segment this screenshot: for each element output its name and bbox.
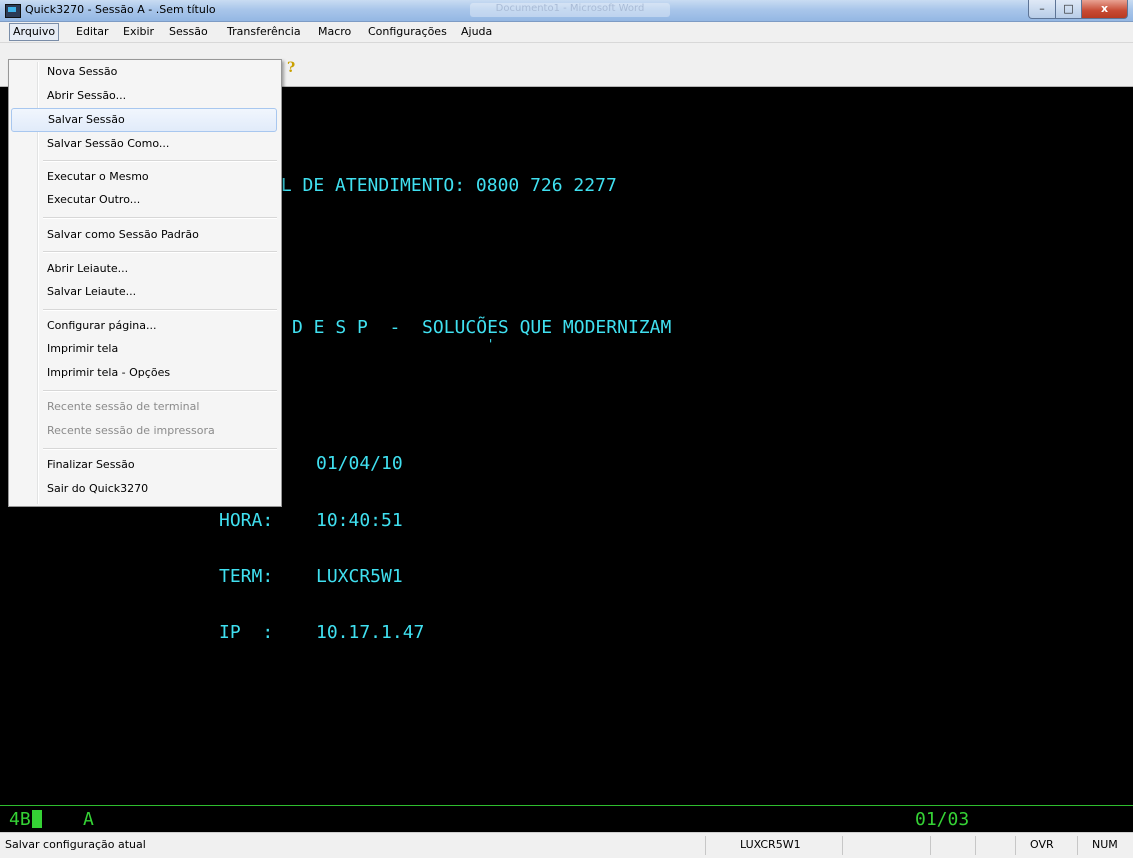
menu-item-recente-terminal: Recente sessão de terminal [11,396,277,418]
central-atendimento-line: AL DE ATENDIMENTO: 0800 726 2277 [270,175,617,196]
status-divider [975,836,976,855]
menu-item-recente-impressora: Recente sessão de impressora [11,420,277,442]
hora-value: 10:40:51 [316,510,403,531]
menu-item-label: Salvar Sessão Como... [47,137,170,150]
menu-item-label: Recente sessão de impressora [47,424,215,437]
title-bar: Quick3270 - Sessão A - .Sem título Docum… [0,0,1133,22]
hora-label: HORA: [219,510,274,531]
arquivo-dropdown-menu: Nova Sessão Abrir Sessão... Salvar Sessã… [8,59,282,507]
maximize-button[interactable]: □ [1055,0,1082,19]
minimize-button[interactable]: – [1028,0,1056,19]
ip-value: 10.17.1.47 [316,622,425,643]
term-value: LUXCR5W1 [316,566,403,587]
menu-item-configurar-pagina[interactable]: Configurar página... [11,315,277,337]
menu-sessao[interactable]: Sessão [166,24,211,40]
menu-item-label: Configurar página... [47,319,157,332]
menu-transferencia[interactable]: Transferência [224,24,304,40]
menu-editar[interactable]: Editar [73,24,112,40]
status-divider [930,836,931,855]
status-message: Salvar configuração atual [5,838,146,851]
oia-cursor-position: 01/03 [915,809,970,830]
status-ovr: OVR [1030,838,1054,851]
menu-ajuda[interactable]: Ajuda [458,24,495,40]
menu-item-label: Imprimir tela - Opções [47,366,171,379]
status-divider [842,836,843,855]
menu-item-abrir-sessao[interactable]: Abrir Sessão... [11,85,277,107]
menu-item-executar-outro[interactable]: Executar Outro... [11,189,277,211]
date-value: 01/04/10 [316,453,403,474]
menu-bar: Arquivo Editar Exibir Sessão Transferênc… [0,22,1133,43]
oia-cursor-block [32,810,42,828]
menu-item-imprimir-opcoes[interactable]: Imprimir tela - Opções [11,362,277,384]
menu-item-label: Imprimir tela [47,342,119,355]
question-icon[interactable]: ? [287,60,295,76]
menu-item-label: Salvar Sessão [48,113,125,126]
menu-item-label: Executar Outro... [47,193,141,206]
status-divider [705,836,706,855]
menu-exibir[interactable]: Exibir [120,24,157,40]
menu-separator [43,448,277,450]
menu-item-label: Recente sessão de terminal [47,400,200,413]
menu-configuracoes[interactable]: Configurações [365,24,450,40]
menu-item-label: Salvar como Sessão Padrão [47,228,199,241]
menu-item-label: Sair do Quick3270 [47,482,149,495]
menu-item-imprimir-tela[interactable]: Imprimir tela [11,338,277,360]
menu-item-label: Abrir Sessão... [47,89,127,102]
close-button[interactable]: x [1081,0,1128,19]
menu-item-salvar-leiaute[interactable]: Salvar Leiaute... [11,281,277,303]
status-bar: Salvar configuração atual LUXCR5W1 OVR N… [0,832,1133,858]
ip-label: IP : [219,622,274,643]
menu-separator [43,309,277,311]
menu-item-salvar-sessao[interactable]: Salvar Sessão [11,108,277,132]
menu-separator [43,217,277,219]
app-icon[interactable] [5,4,21,18]
background-window-title: Documento1 - Microsoft Word [470,3,670,17]
menu-separator [43,390,277,392]
menu-item-sair[interactable]: Sair do Quick3270 [11,478,277,500]
menu-item-label: Executar o Mesmo [47,170,149,183]
term-label: TERM: [219,566,274,587]
menu-arquivo[interactable]: Arquivo [9,23,60,41]
operator-info-area: 4B A 01/03 [0,805,1133,832]
menu-item-nova-sessao[interactable]: Nova Sessão [11,61,277,83]
oia-mode: A [83,809,94,830]
menu-item-label: Nova Sessão [47,65,118,78]
menu-item-label: Abrir Leiaute... [47,262,129,275]
status-divider [1015,836,1016,855]
menu-separator [43,251,277,253]
window-title: Quick3270 - Sessão A - .Sem título [25,3,216,16]
oia-left: 4B [9,809,31,830]
menu-item-abrir-leiaute[interactable]: Abrir Leiaute... [11,258,277,280]
slogan-line: D E S P - SOLUCÕES QUE MODERNIZAM [292,317,672,338]
status-num: NUM [1092,838,1118,851]
status-divider [1077,836,1078,855]
cedilla-mark: ' [487,337,495,351]
menu-item-label: Finalizar Sessão [47,458,135,471]
menu-item-executar-mesmo[interactable]: Executar o Mesmo [11,166,277,188]
menu-item-salvar-padrao[interactable]: Salvar como Sessão Padrão [11,224,277,246]
menu-item-finalizar-sessao[interactable]: Finalizar Sessão [11,454,277,476]
menu-macro[interactable]: Macro [315,24,354,40]
menu-item-salvar-sessao-como[interactable]: Salvar Sessão Como... [11,133,277,155]
menu-separator [43,160,277,162]
menu-item-label: Salvar Leiaute... [47,285,137,298]
status-terminal-name: LUXCR5W1 [740,838,801,851]
